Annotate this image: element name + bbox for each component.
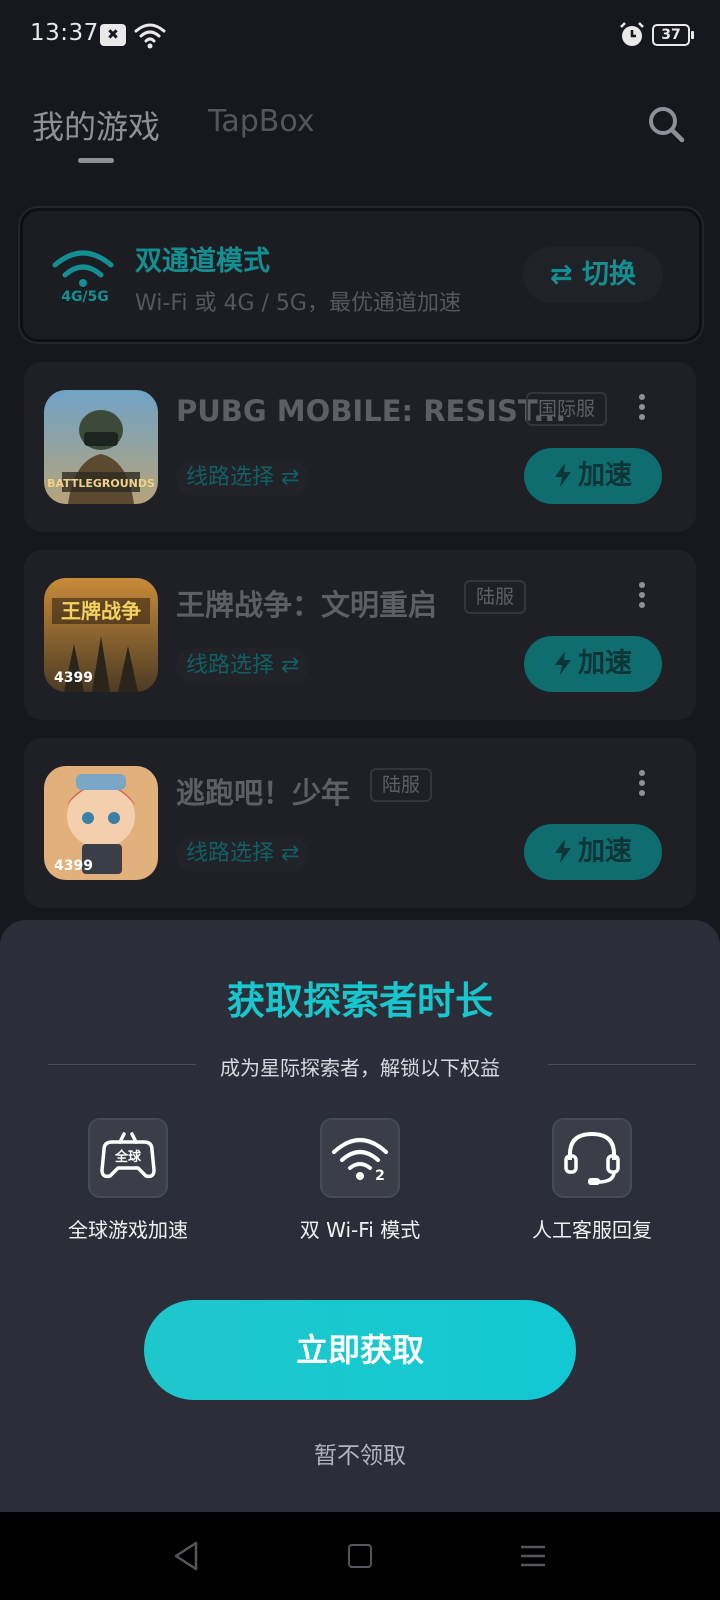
game-card[interactable]: BATTLEGROUNDS PUBG MOBILE: RESIST... 国际服… bbox=[24, 362, 696, 532]
benefit-global-boost: 全球 全球游戏加速 bbox=[13, 1118, 243, 1243]
boost-button[interactable]: 加速 bbox=[524, 824, 662, 880]
boost-label: 加速 bbox=[578, 648, 632, 679]
game-name: 王牌战争：文明重启 bbox=[176, 588, 438, 622]
dual-channel-card: 4G/5G 双通道模式 Wi-Fi 或 4G / 5G，最优通道加速 ⇄ 切换 bbox=[20, 208, 702, 342]
sheet-title: 获取探索者时长 bbox=[226, 979, 493, 1023]
benefit-customer-service: 人工客服回复 bbox=[477, 1118, 707, 1243]
benefit-label: 双 Wi-Fi 模式 bbox=[299, 1218, 421, 1242]
more-options-icon[interactable] bbox=[632, 768, 652, 798]
active-tab-indicator bbox=[78, 158, 114, 163]
recents-menu-icon[interactable] bbox=[520, 1544, 546, 1568]
route-select-button[interactable]: 线路选择 ⇄ bbox=[176, 648, 310, 684]
game-name: PUBG MOBILE: RESIST... bbox=[176, 394, 567, 428]
sheet-subtitle: 成为星际探索者，解锁以下权益 bbox=[220, 1056, 500, 1080]
svg-text:王牌战争: 王牌战争 bbox=[61, 599, 141, 623]
app-screen: 13:37 ✖ 37 我的游戏 TapBox 4G/5G 双通道模式 Wi-Fi… bbox=[0, 0, 720, 1600]
pubg-artwork: BATTLEGROUNDS bbox=[44, 390, 158, 504]
alarm-icon bbox=[620, 22, 644, 46]
svg-text:BATTLEGROUNDS: BATTLEGROUNDS bbox=[47, 477, 155, 490]
game-icon-taopaoba[interactable]: 4399 bbox=[44, 766, 158, 880]
switch-mode-button[interactable]: ⇄ 切换 bbox=[523, 247, 663, 303]
status-time: 13:37 bbox=[30, 20, 99, 46]
server-badge: 陆服 bbox=[464, 580, 527, 614]
more-options-icon[interactable] bbox=[632, 580, 652, 610]
switch-label: 切换 bbox=[582, 259, 637, 290]
decline-link[interactable]: 暂不领取 bbox=[0, 1436, 720, 1470]
game-icon-tag: 4399 bbox=[54, 670, 93, 686]
system-nav-bar bbox=[0, 1512, 720, 1600]
game-icon-tag: 4399 bbox=[54, 858, 93, 874]
boost-label: 加速 bbox=[578, 836, 632, 867]
boost-label: 加速 bbox=[578, 460, 632, 491]
gamepad-icon-text: 全球 bbox=[114, 1149, 142, 1165]
dual-wifi-icon: 2 bbox=[320, 1118, 400, 1198]
battery-icon: 37 bbox=[652, 24, 694, 46]
bolt-icon bbox=[555, 839, 571, 863]
tab-tapbox[interactable]: TapBox bbox=[208, 104, 315, 139]
explorer-offer-sheet: 获取探索者时长 成为星际探索者，解锁以下权益 全球 全球游戏加速 2 双 Wi-… bbox=[0, 920, 720, 1512]
benefit-label: 人工客服回复 bbox=[532, 1218, 652, 1242]
headset-icon bbox=[552, 1118, 632, 1198]
game-card[interactable]: 4399 逃跑吧！少年 陆服 线路选择 ⇄ 加速 bbox=[24, 738, 696, 908]
tab-my-games[interactable]: 我的游戏 bbox=[32, 102, 160, 148]
server-badge: 国际服 bbox=[526, 392, 608, 426]
game-icon-pubg[interactable]: BATTLEGROUNDS bbox=[44, 390, 158, 504]
mode-title: 双通道模式 bbox=[135, 246, 270, 277]
benefit-label: 全球游戏加速 bbox=[68, 1218, 188, 1242]
bolt-icon bbox=[555, 463, 571, 487]
search-icon[interactable] bbox=[646, 104, 686, 144]
notification-icon: ✖ bbox=[100, 24, 126, 46]
game-card[interactable]: 王牌战争 4399 王牌战争：文明重启 陆服 线路选择 ⇄ 加速 bbox=[24, 550, 696, 720]
home-icon[interactable] bbox=[348, 1544, 372, 1568]
gamepad-global-icon: 全球 bbox=[88, 1118, 168, 1198]
mode-description: Wi-Fi 或 4G / 5G，最优通道加速 bbox=[135, 291, 461, 316]
back-icon[interactable] bbox=[172, 1540, 200, 1572]
status-bar: 13:37 ✖ 37 bbox=[0, 0, 720, 72]
route-select-button[interactable]: 线路选择 ⇄ bbox=[176, 460, 310, 496]
boost-button[interactable]: 加速 bbox=[524, 636, 662, 692]
game-name: 逃跑吧！少年 bbox=[176, 776, 351, 810]
network-type-label: 4G/5G bbox=[61, 289, 109, 305]
wifi-status-icon bbox=[134, 23, 166, 49]
server-badge: 陆服 bbox=[370, 768, 433, 802]
bolt-icon bbox=[555, 651, 571, 675]
get-now-button[interactable]: 立即获取 bbox=[144, 1300, 576, 1400]
swap-icon: ⇄ bbox=[549, 259, 573, 290]
benefit-dual-wifi: 2 双 Wi-Fi 模式 bbox=[245, 1118, 475, 1243]
wifi-icon-text: 2 bbox=[375, 1168, 385, 1184]
boost-button[interactable]: 加速 bbox=[524, 448, 662, 504]
more-options-icon[interactable] bbox=[632, 392, 652, 422]
route-select-button[interactable]: 线路选择 ⇄ bbox=[176, 836, 310, 872]
game-icon-wangpai[interactable]: 王牌战争 4399 bbox=[44, 578, 158, 692]
